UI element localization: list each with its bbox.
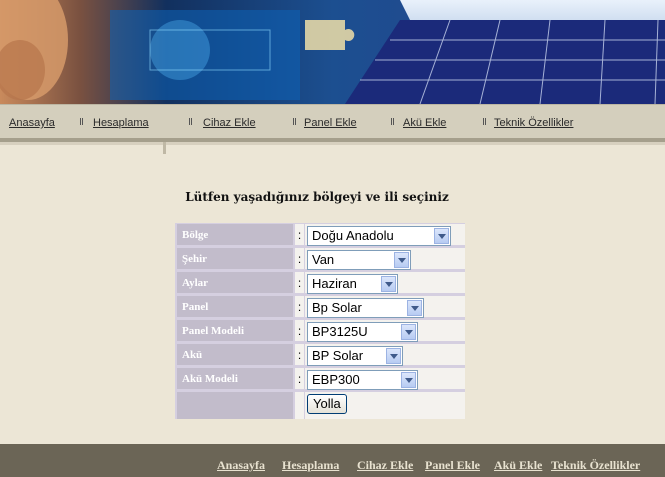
dropdown-arrow-icon[interactable] (401, 372, 416, 388)
nav-separator-icon (483, 118, 488, 127)
aylar-select[interactable]: Haziran (307, 274, 398, 294)
header-banner-image (0, 0, 665, 104)
aylar-label: Aylar (177, 272, 293, 293)
top-nav-anasayfa-link[interactable]: Anasayfa (9, 117, 55, 129)
footer-cihaz-ekle-link[interactable]: Cihaz Ekle (357, 458, 413, 473)
colon-separator: : (295, 224, 304, 245)
empty-colon-cell (295, 392, 304, 419)
top-nav-hesaplama-link[interactable]: Hesaplama (93, 117, 149, 129)
top-nav-bar: Anasayfa Hesaplama Cihaz Ekle Panel Ekle… (0, 104, 665, 139)
aylar-select-value: Haziran (312, 276, 357, 291)
nav-separator-icon (189, 118, 194, 127)
dropdown-arrow-icon[interactable] (381, 276, 396, 292)
empty-label-cell (177, 392, 293, 419)
panel-modeli-select-value: BP3125U (312, 324, 368, 339)
form-row-aylar: Aylar : Haziran (175, 271, 465, 294)
aylar-cell: Haziran (305, 272, 465, 294)
submit-cell: Yolla (305, 392, 465, 419)
nav-separator-icon (293, 118, 298, 127)
colon-separator: : (295, 320, 304, 341)
colon-separator: : (295, 368, 304, 389)
sehir-label: Şehir (177, 248, 293, 269)
colon-separator: : (295, 272, 304, 293)
top-nav-teknik-ozellikler-link[interactable]: Teknik Özellikler (494, 117, 573, 129)
aku-modeli-label: Akü Modeli (177, 368, 293, 389)
panel-modeli-select[interactable]: BP3125U (307, 322, 418, 342)
sehir-select-value: Van (312, 252, 335, 267)
footer-panel-ekle-link[interactable]: Panel Ekle (425, 458, 480, 473)
panel-cell: Bp Solar (305, 296, 465, 318)
nav-separator-icon (80, 118, 85, 127)
bolge-select[interactable]: Doğu Anadolu (307, 226, 451, 246)
panel-select-value: Bp Solar (312, 300, 362, 315)
panel-modeli-cell: BP3125U (305, 320, 465, 342)
dropdown-arrow-icon[interactable] (394, 252, 409, 268)
form-row-sehir: Şehir : Van (175, 247, 465, 270)
top-nav-cihaz-ekle-link[interactable]: Cihaz Ekle (203, 117, 256, 129)
bolge-select-value: Doğu Anadolu (312, 228, 394, 243)
footer-aku-ekle-link[interactable]: Akü Ekle (494, 458, 542, 473)
location-form: Bölge : Doğu Anadolu Şehir : Van Aylar :… (175, 223, 465, 419)
colon-separator: : (295, 296, 304, 317)
panel-select[interactable]: Bp Solar (307, 298, 424, 318)
aku-modeli-select-value: EBP300 (312, 372, 360, 387)
colon-separator: : (295, 344, 304, 365)
colon-separator: : (295, 248, 304, 269)
form-row-aku-modeli: Akü Modeli : EBP300 (175, 367, 465, 390)
bolge-cell: Doğu Anadolu (305, 224, 465, 246)
aku-label: Akü (177, 344, 293, 365)
footer-teknik-ozellikler-link[interactable]: Teknik Özellikler (551, 458, 640, 473)
nav-divider-light (0, 142, 665, 145)
aku-cell: BP Solar (305, 344, 465, 366)
panel-label: Panel (177, 296, 293, 317)
top-nav-panel-ekle-link[interactable]: Panel Ekle (304, 117, 357, 129)
form-row-panel-modeli: Panel Modeli : BP3125U (175, 319, 465, 342)
content-left-edge (163, 142, 166, 154)
aku-modeli-cell: EBP300 (305, 368, 465, 390)
top-nav-aku-ekle-link[interactable]: Akü Ekle (403, 117, 446, 129)
aku-select-value: BP Solar (312, 348, 364, 363)
aku-modeli-select[interactable]: EBP300 (307, 370, 418, 390)
sehir-cell: Van (305, 248, 465, 270)
form-row-submit: Yolla (175, 391, 465, 419)
footer-hesaplama-link[interactable]: Hesaplama (282, 458, 339, 473)
aku-select[interactable]: BP Solar (307, 346, 403, 366)
dropdown-arrow-icon[interactable] (401, 324, 416, 340)
dropdown-arrow-icon[interactable] (434, 228, 449, 244)
footer-nav-bar: Anasayfa Hesaplama Cihaz Ekle Panel Ekle… (0, 444, 665, 477)
dropdown-arrow-icon[interactable] (407, 300, 422, 316)
form-row-panel: Panel : Bp Solar (175, 295, 465, 318)
bolge-label: Bölge (177, 224, 293, 245)
panel-modeli-label: Panel Modeli (177, 320, 293, 341)
form-row-aku: Akü : BP Solar (175, 343, 465, 366)
dropdown-arrow-icon[interactable] (386, 348, 401, 364)
form-title: Lütfen yaşadığınız bölgeyi ve ili seçini… (185, 190, 449, 204)
form-row-bolge: Bölge : Doğu Anadolu (175, 223, 465, 246)
sehir-select[interactable]: Van (307, 250, 411, 270)
footer-anasayfa-link[interactable]: Anasayfa (217, 458, 265, 473)
yolla-button[interactable]: Yolla (307, 394, 347, 414)
nav-separator-icon (391, 118, 396, 127)
